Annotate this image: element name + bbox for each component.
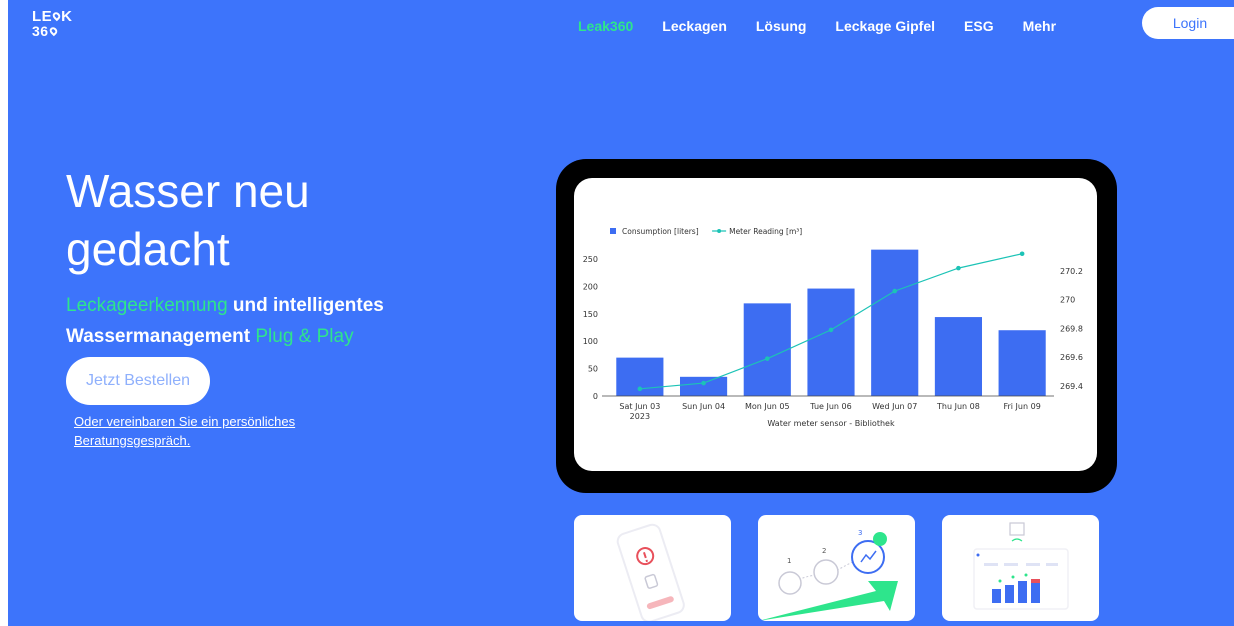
order-now-button[interactable]: Jetzt Bestellen [66,357,210,405]
y2-tick-label: 270.2 [1060,267,1083,276]
legend-swatch-consumption [610,228,616,234]
hero-subtitle-text: und intelligentes [227,295,384,316]
x-tick-label: Fri Jun 09 [1003,402,1040,411]
leak360-logo[interactable]: LE K 36 [32,8,73,39]
main-nav: Leak360 Leckagen Lösung Leckage Gipfel E… [578,18,1085,34]
y-tick-label: 150 [583,310,598,319]
x-tick-label: Sat Jun 03 [619,402,660,411]
bar-consumption [934,317,983,396]
tablet-screen: Consumption [liters] Meter Reading [m³] 0 5… [574,178,1097,471]
y-tick-label: 250 [583,255,598,264]
login-button[interactable]: Login [1142,7,1234,39]
point-meter-reading [1019,251,1025,257]
point-meter-reading [764,356,770,361]
page-background: LE K 36 Leak360 Leckagen Lösung Leckage G… [8,0,1234,626]
y2-tick-label: 269.8 [1060,324,1083,333]
x-tick-label: Tue Jun 06 [809,402,851,411]
feature-card-setup[interactable]: 1 2 3 [758,515,915,621]
legend-label-consumption: Consumption [liters] [622,227,699,236]
x-axis-title: Water meter sensor - Bibliothek [767,419,895,428]
nav-item-leckage-gipfel[interactable]: Leckage Gipfel [835,18,935,34]
nav-item-esg[interactable]: ESG [964,18,994,34]
y2-tick-label: 269.6 [1060,353,1083,362]
consumption-chart: Consumption [liters] Meter Reading [m³] 0 5… [583,227,1083,428]
y2-tick-label: 269.4 [1060,382,1083,391]
consultation-link[interactable]: Oder vereinbaren Sie ein persönliches Be… [74,412,304,450]
nav-item-leak360[interactable]: Leak360 [578,18,633,34]
x-tick-label: Wed Jun 07 [872,402,917,411]
nav-item-leckagen[interactable]: Leckagen [662,18,727,34]
y-tick-label: 50 [588,365,598,374]
legend-swatch-meter-dot [717,229,722,233]
bar-consumption [998,330,1046,396]
hero-subtitle-text: Wassermanagement [66,326,256,347]
tablet-frame: Consumption [liters] Meter Reading [m³] 0 5… [556,159,1117,493]
bar-consumption [743,303,791,396]
bar-consumption [679,376,728,396]
y-tick-label: 100 [583,337,598,346]
point-meter-reading [828,327,834,333]
hero-title: Wasser neu gedacht [66,165,310,275]
feature-card-dashboard[interactable] [942,515,1099,621]
y2-tick-label: 270 [1060,296,1075,305]
y-tick-label: 200 [583,282,598,291]
x-tick-sublabel: 2023 [630,412,650,421]
bar-consumption [807,288,855,396]
point-meter-reading [701,380,706,386]
water-drop-icon [47,25,59,37]
nav-item-mehr[interactable]: Mehr [1023,18,1056,34]
logo-text-bottom: 36 [32,23,49,39]
logo-text-top-end: K [61,8,73,25]
x-tick-label: Sun Jun 04 [682,402,725,411]
bar-consumption [871,249,919,396]
legend-label-meter: Meter Reading [m³] [729,227,802,236]
x-tick-label: Thu Jun 08 [936,402,980,411]
hero-subtitle: Leckageerkennung und intelligentes Wasse… [66,290,526,352]
x-tick-label: Mon Jun 05 [745,402,790,411]
point-meter-reading [892,288,898,294]
setup-steps-icon: 1 2 3 [758,529,898,621]
phone-alert-icon [616,523,685,621]
svg-text:1: 1 [787,557,791,565]
nav-item-loesung[interactable]: Lösung [756,18,807,34]
dashboard-bars-icon [973,522,1069,610]
point-meter-reading [637,386,643,392]
hero-subtitle-highlight: Plug & Play [255,326,354,347]
y-tick-label: 0 [593,392,598,401]
point-meter-reading [956,265,961,271]
svg-text:2: 2 [822,547,826,555]
svg-text:3: 3 [858,529,862,537]
feature-card-alert[interactable] [574,515,731,621]
hero-subtitle-highlight: Leckageerkennung [66,295,228,316]
